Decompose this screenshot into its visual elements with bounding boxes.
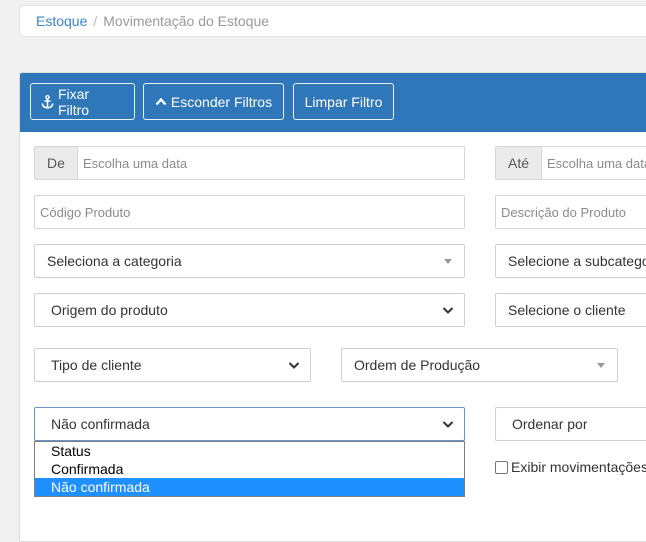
fix-filter-button[interactable]: Fixar Filtro bbox=[30, 83, 135, 120]
clear-filter-label: Limpar Filtro bbox=[304, 93, 383, 110]
chevron-up-icon bbox=[155, 97, 167, 106]
show-movements-checkbox[interactable] bbox=[495, 460, 508, 474]
status-select[interactable]: Não confirmada bbox=[34, 407, 465, 441]
date-from-group: De Escolha uma data bbox=[34, 146, 465, 180]
show-movements-checkbox-row: Exibir movimentações bbox=[495, 459, 646, 475]
hide-filters-label: Esconder Filtros bbox=[170, 93, 273, 110]
product-code-input[interactable]: Código Produto bbox=[34, 195, 465, 229]
category-select-value: Seleciona a categoria bbox=[47, 253, 182, 269]
production-order-value: Ordem de Produção bbox=[354, 357, 481, 373]
anchor-icon bbox=[41, 94, 54, 109]
show-movements-label: Exibir movimentações bbox=[511, 459, 646, 475]
category-select[interactable]: Seleciona a categoria bbox=[34, 244, 465, 278]
date-to-input[interactable]: Escolha uma data bbox=[542, 156, 646, 171]
status-option-confirmada[interactable]: Confirmada bbox=[35, 460, 464, 478]
product-origin-select[interactable]: Origem do produto bbox=[34, 293, 465, 327]
chevron-down-icon bbox=[442, 421, 454, 428]
subcategory-select-value: Selecione a subcategoria bbox=[508, 253, 646, 269]
date-from-addon: De bbox=[35, 147, 78, 179]
product-description-input[interactable]: Descrição do Produto bbox=[495, 195, 646, 229]
product-description-placeholder: Descrição do Produto bbox=[501, 204, 627, 220]
clear-filter-button[interactable]: Limpar Filtro bbox=[293, 83, 394, 120]
breadcrumb-separator: / bbox=[93, 13, 98, 29]
client-select[interactable]: Selecione o cliente bbox=[495, 293, 646, 327]
hide-filters-button[interactable]: Esconder Filtros bbox=[143, 83, 284, 120]
product-code-placeholder: Código Produto bbox=[40, 204, 131, 220]
caret-down-icon bbox=[444, 259, 452, 264]
chevron-down-icon bbox=[442, 307, 454, 314]
caret-down-icon bbox=[597, 363, 605, 368]
client-type-value: Tipo de cliente bbox=[51, 357, 142, 373]
fix-filter-label: Fixar Filtro bbox=[57, 85, 90, 118]
client-select-value: Selecione o cliente bbox=[508, 302, 626, 318]
product-origin-value: Origem do produto bbox=[51, 302, 168, 318]
status-select-value: Não confirmada bbox=[51, 416, 150, 432]
date-from-input[interactable]: Escolha uma data bbox=[78, 156, 187, 171]
breadcrumb: Estoque / Movimentação do Estoque bbox=[19, 5, 646, 37]
chevron-down-icon bbox=[288, 362, 300, 369]
status-dropdown-list: Status Confirmada Não confirmada bbox=[34, 441, 465, 497]
breadcrumb-current: Movimentação do Estoque bbox=[103, 13, 270, 29]
order-by-value: Ordenar por bbox=[512, 416, 588, 432]
filter-toolbar: Fixar Filtro Esconder Filtros Limpar Fil… bbox=[20, 73, 646, 132]
status-option-status[interactable]: Status bbox=[35, 442, 464, 460]
production-order-select[interactable]: Ordem de Produção bbox=[341, 348, 618, 382]
date-to-group: Até Escolha uma data bbox=[495, 146, 646, 180]
client-type-select[interactable]: Tipo de cliente bbox=[34, 348, 311, 382]
subcategory-select[interactable]: Selecione a subcategoria bbox=[495, 244, 646, 278]
status-option-nao-confirmada[interactable]: Não confirmada bbox=[35, 478, 464, 496]
order-by-select[interactable]: Ordenar por bbox=[495, 407, 646, 441]
date-to-addon: Até bbox=[496, 147, 542, 179]
breadcrumb-root-link[interactable]: Estoque bbox=[36, 13, 87, 29]
